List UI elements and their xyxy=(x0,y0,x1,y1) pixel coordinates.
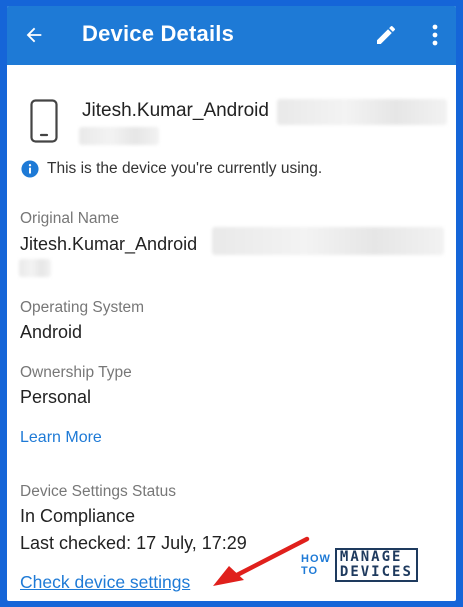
redacted-text xyxy=(79,127,159,145)
operating-system-label: Operating System xyxy=(20,299,145,316)
logo-manage-text: MANAGE xyxy=(339,549,403,565)
logo-devices-text: DEVICES xyxy=(339,564,413,580)
original-name-value: Jitesh.Kumar_Android xyxy=(20,234,198,254)
more-vertical-icon xyxy=(432,24,438,46)
redacted-text xyxy=(277,99,447,125)
pencil-icon xyxy=(377,25,395,44)
ownership-type-value: Personal xyxy=(20,387,92,407)
operating-system-value: Android xyxy=(20,322,83,342)
app-bar: Device Details xyxy=(7,6,456,65)
learn-more-link[interactable]: Learn More xyxy=(20,429,102,447)
check-device-settings-link[interactable]: Check device settings xyxy=(20,572,190,593)
redacted-text xyxy=(19,259,51,277)
info-icon xyxy=(21,160,39,178)
device-header: Jitesh.Kumar_Android xyxy=(7,65,456,165)
edit-button[interactable] xyxy=(373,22,399,48)
ownership-type-label: Ownership Type xyxy=(20,364,132,381)
logo-to-text: TO xyxy=(301,565,319,577)
original-name-label: Original Name xyxy=(20,210,120,227)
page-title: Device Details xyxy=(82,21,234,46)
device-settings-status-value: In Compliance xyxy=(20,506,136,526)
logo-howto: HOW TO xyxy=(301,553,331,577)
redacted-text xyxy=(212,227,444,255)
smartphone-icon xyxy=(30,99,58,143)
device-settings-status-label: Device Settings Status xyxy=(20,483,176,500)
device-details-screen: Device Details Jitesh.Kumar_Android This… xyxy=(7,6,456,601)
back-button[interactable] xyxy=(21,22,47,48)
info-text: This is the device you're currently usin… xyxy=(47,160,323,177)
device-name: Jitesh.Kumar_Android xyxy=(82,100,269,121)
logo-manage-devices-box: MANAGE DEVICES xyxy=(334,548,418,582)
howto-manage-devices-logo: HOW TO MANAGE DEVICES xyxy=(301,548,418,582)
logo-how-text: HOW xyxy=(301,553,331,565)
more-options-button[interactable] xyxy=(425,22,445,48)
current-device-notice: This is the device you're currently usin… xyxy=(21,160,322,178)
arrow-left-icon xyxy=(26,27,42,43)
